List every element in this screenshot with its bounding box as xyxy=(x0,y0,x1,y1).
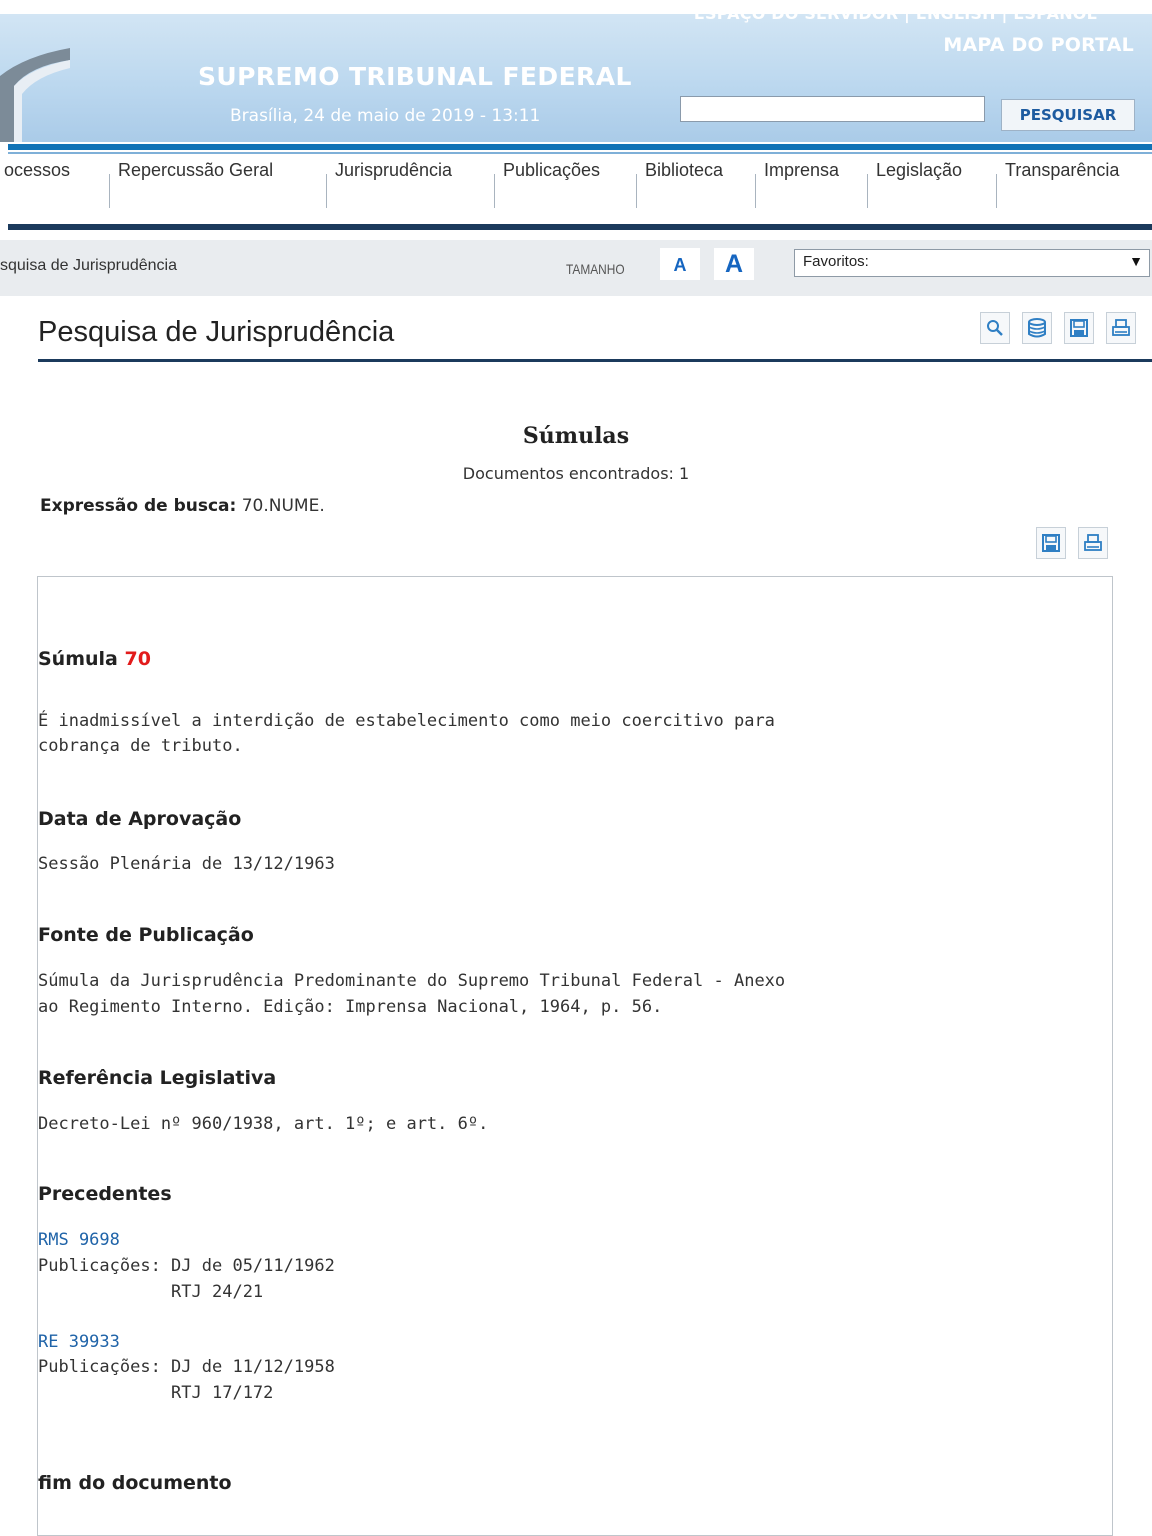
chevron-down-icon: ▼ xyxy=(1129,253,1143,269)
search-tool-button[interactable] xyxy=(980,312,1010,344)
nav-separator xyxy=(494,174,495,208)
sumula-label: Súmula xyxy=(38,648,118,670)
font-size-label: TAMANHO xyxy=(566,261,625,277)
nav-separator xyxy=(755,174,756,208)
print-icon xyxy=(1112,319,1130,336)
sumula-text-line-2: cobrança de tributo. xyxy=(38,736,243,756)
document-save-button[interactable] xyxy=(1036,527,1066,559)
precedent-publication-line: RTJ 24/21 xyxy=(38,1282,264,1302)
top-links[interactable]: ESPAÇO DO SERVIDOR | ENGLISH | ESPAÑOL xyxy=(694,14,1097,23)
result-title: Súmulas xyxy=(522,423,630,449)
sumula-heading: Súmula 70 xyxy=(38,648,151,670)
search-icon xyxy=(987,320,1003,336)
favorites-select[interactable]: Favoritos: ▼ xyxy=(794,249,1150,277)
nav-separator xyxy=(867,174,868,208)
end-of-document: fim do documento xyxy=(38,1472,232,1494)
favorites-label: Favoritos: xyxy=(803,253,869,270)
documents-found: Documentos encontrados: 1 xyxy=(462,464,690,483)
nav-item-legislacao[interactable]: Legislação xyxy=(872,160,966,220)
nav-item-publicacoes[interactable]: Publicações xyxy=(499,160,604,220)
precedent-publication-line: RTJ 17/172 xyxy=(38,1383,274,1403)
source-heading: Fonte de Publicação xyxy=(38,924,254,946)
nav-separator xyxy=(636,174,637,208)
legislation-heading: Referência Legislativa xyxy=(38,1067,277,1089)
source-text-line-1: Súmula da Jurisprudência Predominante do… xyxy=(38,971,786,991)
nav-item-repercussao-geral[interactable]: Repercussão Geral xyxy=(114,160,277,220)
nav-item-biblioteca[interactable]: Biblioteca xyxy=(641,160,727,220)
save-icon xyxy=(1042,534,1060,552)
font-decrease-button[interactable]: A xyxy=(660,248,700,280)
nav-separator xyxy=(326,174,327,208)
print-tool-button[interactable] xyxy=(1106,312,1136,344)
search-input[interactable] xyxy=(680,96,985,122)
search-button[interactable]: PESQUISAR xyxy=(1001,99,1135,131)
document-print-button[interactable] xyxy=(1078,527,1108,559)
sumula-text-line-1: É inadmissível a interdição de estabelec… xyxy=(38,711,775,731)
page-title: Pesquisa de Jurisprudência xyxy=(38,316,395,348)
nav-item-processos[interactable]: ocessos xyxy=(0,160,74,220)
stf-logo-icon xyxy=(0,48,70,142)
precedent-publication-line: Publicações: DJ de 11/12/1958 xyxy=(38,1357,335,1377)
nav-divider xyxy=(8,224,1152,230)
search-expression: Expressão de busca: 70.NUME. xyxy=(40,496,325,516)
header-divider xyxy=(8,144,1152,150)
search-expression-label: Expressão de busca: xyxy=(40,496,237,516)
nav-item-transparencia[interactable]: Transparência xyxy=(1001,160,1123,220)
save-tool-button[interactable] xyxy=(1064,312,1094,344)
save-icon xyxy=(1070,319,1088,337)
sumula-number: 70 xyxy=(124,648,151,670)
site-header: ESPAÇO DO SERVIDOR | ENGLISH | ESPAÑOL M… xyxy=(0,14,1152,142)
breadcrumb-bar: squisa de Jurisprudência TAMANHO A A Fav… xyxy=(0,240,1152,296)
approval-heading: Data de Aprovação xyxy=(38,808,242,830)
precedents-heading: Precedentes xyxy=(38,1183,172,1205)
database-tool-button[interactable] xyxy=(1022,312,1052,344)
header-divider-thin xyxy=(8,152,1152,154)
database-icon xyxy=(1028,318,1046,338)
nav-separator xyxy=(996,174,997,208)
breadcrumb[interactable]: squisa de Jurisprudência xyxy=(0,257,177,275)
precedent-publication-line: Publicações: DJ de 05/11/1962 xyxy=(38,1256,335,1276)
portal-map-link[interactable]: MAPA DO PORTAL xyxy=(943,34,1134,56)
date-line: Brasília, 24 de maio de 2019 - 13:11 xyxy=(230,106,541,126)
source-text-line-2: ao Regimento Interno. Edição: Imprensa N… xyxy=(38,997,663,1017)
approval-text: Sessão Plenária de 13/12/1963 xyxy=(38,854,335,874)
search-expression-value: 70.NUME. xyxy=(241,496,325,516)
nav-item-jurisprudencia[interactable]: Jurisprudência xyxy=(331,160,456,220)
site-title: SUPREMO TRIBUNAL FEDERAL xyxy=(198,62,632,91)
precedent-link-re-39933[interactable]: RE 39933 xyxy=(38,1330,120,1355)
font-increase-button[interactable]: A xyxy=(714,248,754,280)
legislation-text: Decreto-Lei nº 960/1938, art. 1º; e art.… xyxy=(38,1114,489,1134)
nav-item-imprensa[interactable]: Imprensa xyxy=(760,160,843,220)
nav-separator xyxy=(109,174,110,208)
title-divider xyxy=(38,359,1152,362)
print-icon xyxy=(1084,534,1102,551)
precedent-link-rms-9698[interactable]: RMS 9698 xyxy=(38,1228,120,1253)
main-nav: ocessos Repercussão Geral Jurisprudência… xyxy=(0,160,1152,220)
